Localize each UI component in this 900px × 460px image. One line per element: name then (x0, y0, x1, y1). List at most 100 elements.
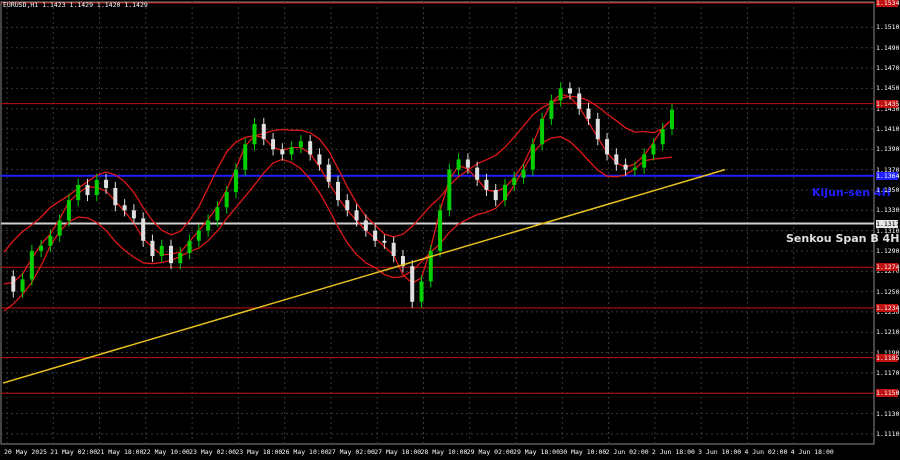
candle-body (503, 184, 507, 201)
candle-body (512, 177, 517, 185)
candle-body (475, 167, 480, 180)
candle-body (261, 123, 266, 140)
time-tick-label: 30 May 10:00 (559, 448, 607, 456)
senkou-price-tag: 1.1317 (876, 219, 900, 228)
price-tick-label: 1.1290 (876, 246, 900, 255)
candle-body (224, 192, 229, 208)
time-tick-label: 2 Jun 18:00 (651, 448, 695, 456)
price-tick-label: 1.1130 (876, 409, 900, 418)
candle-body (605, 139, 610, 155)
candle-body (196, 230, 201, 241)
candle-body (289, 147, 294, 155)
candle-body (465, 159, 470, 168)
candle-body (178, 252, 183, 264)
level-price-tag: 1.1534 (876, 0, 900, 8)
candle-body (410, 266, 415, 302)
candle-body (586, 108, 591, 119)
price-tick-label: 1.1350 (876, 185, 900, 194)
candle-body (187, 240, 192, 253)
candle-body (623, 164, 628, 170)
candle-body (660, 129, 665, 145)
candle-body (317, 154, 322, 165)
level-price-tag: 1.1274 (876, 263, 900, 272)
candle-body (271, 139, 276, 150)
candle-body (632, 167, 637, 170)
time-tick-label: 2 Jun 02:00 (605, 448, 649, 456)
time-tick-label: 21 May 18:00 (96, 448, 144, 456)
price-tick-label: 1.1450 (876, 84, 900, 93)
candle-body (215, 207, 220, 221)
candle-body (521, 169, 526, 178)
candle-body (456, 159, 461, 170)
price-tick-label: 1.1510 (876, 23, 900, 32)
kijun-price-tag: 1.1364 (876, 171, 900, 180)
candle-body (336, 181, 340, 201)
candle-body (48, 235, 53, 246)
candle-body (57, 220, 62, 236)
candle-body (651, 144, 656, 155)
chart-canvas[interactable] (0, 0, 900, 460)
time-tick-label: 3 Jun 10:00 (698, 448, 742, 456)
candle-body (85, 184, 90, 196)
candle-body (94, 179, 99, 196)
candle-body (363, 220, 368, 231)
chart-title: EURUSD,H1 1.1423 1.1429 1.1420 1.1429 (3, 1, 148, 9)
candle-body (169, 245, 173, 264)
candle-body (280, 149, 285, 155)
price-tick-label: 1.1490 (876, 43, 900, 52)
time-tick-label: 4 Jun 18:00 (790, 448, 834, 456)
candle-body (558, 88, 563, 101)
time-tick-label: 23 May 18:00 (235, 448, 283, 456)
candle-body (373, 230, 378, 241)
candle-body (252, 123, 257, 145)
candle-body (382, 240, 387, 243)
candle-body (104, 179, 109, 188)
candle-body (567, 88, 572, 94)
candle-body (447, 169, 452, 211)
candle-body (530, 144, 535, 170)
time-tick-label: 29 May 02:00 (466, 448, 514, 456)
price-tick-label: 1.1390 (876, 145, 900, 154)
price-tick-label: 1.1110 (876, 429, 900, 438)
candle-body (233, 169, 238, 193)
price-tick-label: 1.1170 (876, 368, 900, 377)
candle-body (540, 118, 545, 145)
candle-body (76, 184, 81, 201)
candle-body (159, 245, 164, 257)
candle-body (29, 250, 34, 280)
candle-body (113, 187, 118, 206)
time-tick-label: 23 May 02:00 (189, 448, 237, 456)
candle-body (438, 210, 443, 251)
price-tick-label: 1.1210 (876, 328, 900, 337)
candle-body (39, 245, 44, 251)
candle-body (577, 93, 582, 109)
level-price-tag: 1.1150 (876, 389, 900, 398)
candle-body (484, 179, 489, 190)
candle-body (298, 141, 303, 148)
candle-body (391, 242, 396, 257)
candle-body (206, 220, 211, 231)
time-tick-label: 21 May 02:00 (50, 448, 98, 456)
level-price-tag: 1.1435 (876, 99, 900, 108)
time-tick-label: 20 May 2025 (4, 448, 48, 456)
candle-body (419, 281, 424, 302)
time-tick-label: 26 May 10:00 (281, 448, 329, 456)
trend-line (2, 168, 726, 384)
time-tick-label: 27 May 18:00 (374, 448, 422, 456)
candle-body (614, 154, 619, 165)
candle-body (345, 200, 350, 211)
level-price-tag: 1.1185 (876, 353, 900, 362)
time-tick-label: 29 May 18:00 (513, 448, 561, 456)
price-chart[interactable] (0, 0, 900, 460)
candle-body (670, 109, 674, 130)
price-tick-label: 1.1410 (876, 125, 900, 133)
candle-body (131, 210, 136, 219)
candle-body (141, 218, 146, 241)
price-tick-label: 1.1330 (876, 206, 900, 215)
time-tick-label: 27 May 02:00 (327, 448, 375, 456)
candle-body (642, 154, 647, 168)
level-price-tag: 1.1234 (876, 303, 900, 312)
candle-body (326, 164, 331, 182)
price-tick-label: 1.1310 (876, 226, 900, 235)
candle-body (243, 144, 248, 170)
